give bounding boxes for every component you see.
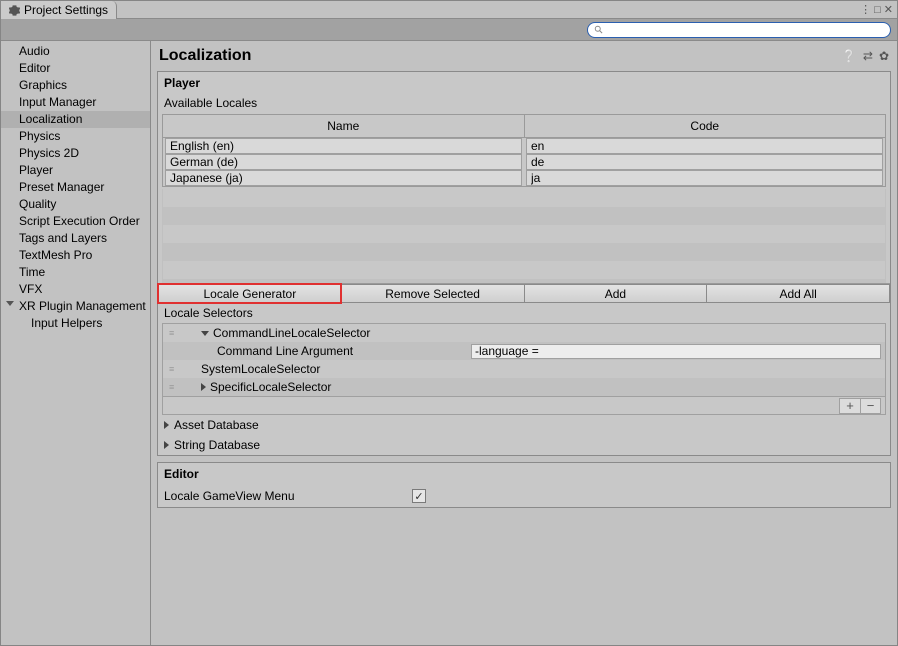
chevron-right-icon[interactable] [164, 421, 169, 429]
selector-row-commandline[interactable]: ≡ CommandLineLocaleSelector [163, 324, 885, 342]
search-field[interactable] [587, 22, 891, 38]
remove-selected-button[interactable]: Remove Selected [341, 284, 524, 303]
sidebar-item-physics-2d[interactable]: Physics 2D [1, 145, 150, 162]
drag-handle-icon[interactable]: ≡ [169, 328, 181, 338]
player-panel: Player Available Locales Name Code [157, 71, 891, 456]
selector-name: SystemLocaleSelector [201, 362, 320, 376]
settings-sidebar[interactable]: Audio Editor Graphics Input Manager Loca… [1, 41, 151, 645]
selector-row-specific[interactable]: ≡ SpecificLocaleSelector [163, 378, 885, 396]
add-button[interactable]: Add [524, 284, 707, 303]
remove-selector-button[interactable]: − [860, 399, 880, 413]
chevron-right-icon[interactable] [201, 383, 206, 391]
locales-table: Name Code [162, 114, 886, 187]
drag-handle-icon[interactable]: ≡ [169, 364, 181, 374]
main-panel: Localization ❔ ⇄ ✿ Player Available Loca… [151, 41, 897, 645]
locale-generator-button[interactable]: Locale Generator [158, 284, 341, 303]
selector-field-row: Command Line Argument [163, 342, 885, 360]
add-selector-button[interactable]: + [840, 399, 860, 413]
chevron-down-icon[interactable] [6, 301, 14, 306]
list-footer: + − [163, 396, 885, 414]
sidebar-item-audio[interactable]: Audio [1, 43, 150, 60]
table-row[interactable] [163, 154, 885, 170]
sidebar-item-editor[interactable]: Editor [1, 60, 150, 77]
titlebar: Project Settings ⋮ □ ✕ [1, 1, 897, 19]
locale-name-field[interactable] [165, 154, 522, 170]
available-locales-label: Available Locales [158, 94, 890, 114]
help-icon[interactable]: ❔ [842, 49, 857, 63]
sidebar-item-input-helpers[interactable]: Input Helpers [1, 315, 150, 332]
sidebar-item-vfx[interactable]: VFX [1, 281, 150, 298]
close-icon[interactable]: ✕ [884, 3, 893, 16]
chevron-right-icon[interactable] [164, 441, 169, 449]
table-header: Name Code [163, 115, 885, 138]
maximize-icon[interactable]: □ [874, 4, 881, 16]
col-name[interactable]: Name [163, 115, 525, 137]
sidebar-item-preset-manager[interactable]: Preset Manager [1, 179, 150, 196]
window-title: Project Settings [24, 3, 108, 17]
field-label: Command Line Argument [217, 344, 467, 358]
settings-gear-icon[interactable]: ✿ [879, 49, 889, 63]
search-icon [594, 25, 604, 35]
sidebar-item-xr-plugin-management[interactable]: XR Plugin Management [1, 298, 150, 315]
search-input[interactable] [608, 24, 884, 36]
editor-panel: Editor Locale GameView Menu ✓ [157, 462, 891, 508]
toolbar [1, 19, 897, 41]
asset-database-foldout[interactable]: Asset Database [158, 415, 890, 435]
drag-handle-icon[interactable]: ≡ [169, 382, 181, 392]
window-tab[interactable]: Project Settings [1, 1, 117, 19]
locale-selectors-label: Locale Selectors [158, 303, 890, 323]
gameview-menu-label: Locale GameView Menu [164, 489, 404, 503]
menu-icon[interactable]: ⋮ [860, 3, 871, 16]
add-all-button[interactable]: Add All [706, 284, 890, 303]
sidebar-item-script-execution-order[interactable]: Script Execution Order [1, 213, 150, 230]
sidebar-item-quality[interactable]: Quality [1, 196, 150, 213]
check-icon: ✓ [414, 490, 423, 503]
string-database-foldout[interactable]: String Database [158, 435, 890, 455]
gameview-menu-checkbox[interactable]: ✓ [412, 489, 426, 503]
col-code[interactable]: Code [525, 115, 886, 137]
sidebar-item-localization[interactable]: Localization [1, 111, 150, 128]
selector-name: SpecificLocaleSelector [210, 380, 331, 394]
sidebar-item-player[interactable]: Player [1, 162, 150, 179]
locale-code-field[interactable] [526, 138, 883, 154]
locale-name-field[interactable] [165, 138, 522, 154]
preset-icon[interactable]: ⇄ [863, 49, 873, 63]
sidebar-item-time[interactable]: Time [1, 264, 150, 281]
editor-section-title: Editor [158, 463, 890, 485]
sidebar-item-textmesh-pro[interactable]: TextMesh Pro [1, 247, 150, 264]
sidebar-item-physics[interactable]: Physics [1, 128, 150, 145]
project-settings-window: Project Settings ⋮ □ ✕ Audio Editor Grap… [0, 0, 898, 646]
locale-code-field[interactable] [526, 154, 883, 170]
player-section-title: Player [158, 72, 890, 94]
selector-row-system[interactable]: ≡ SystemLocaleSelector [163, 360, 885, 378]
locale-name-field[interactable] [165, 170, 522, 186]
sidebar-item-tags-and-layers[interactable]: Tags and Layers [1, 230, 150, 247]
table-row[interactable] [163, 138, 885, 154]
locale-selectors-list: ≡ CommandLineLocaleSelector Command Line… [162, 323, 886, 415]
locale-buttons: Locale Generator Remove Selected Add Add… [158, 283, 890, 303]
gear-icon [9, 5, 20, 16]
table-row[interactable] [163, 170, 885, 186]
chevron-down-icon[interactable] [201, 331, 209, 336]
titlebar-controls: ⋮ □ ✕ [860, 1, 897, 18]
selector-name: CommandLineLocaleSelector [213, 326, 370, 340]
sidebar-item-input-manager[interactable]: Input Manager [1, 94, 150, 111]
sidebar-item-graphics[interactable]: Graphics [1, 77, 150, 94]
page-title: Localization [159, 47, 251, 65]
empty-list-area [162, 189, 886, 283]
locale-code-field[interactable] [526, 170, 883, 186]
main-header: Localization ❔ ⇄ ✿ [151, 41, 897, 69]
body: Audio Editor Graphics Input Manager Loca… [1, 41, 897, 645]
command-line-argument-input[interactable] [471, 344, 881, 359]
